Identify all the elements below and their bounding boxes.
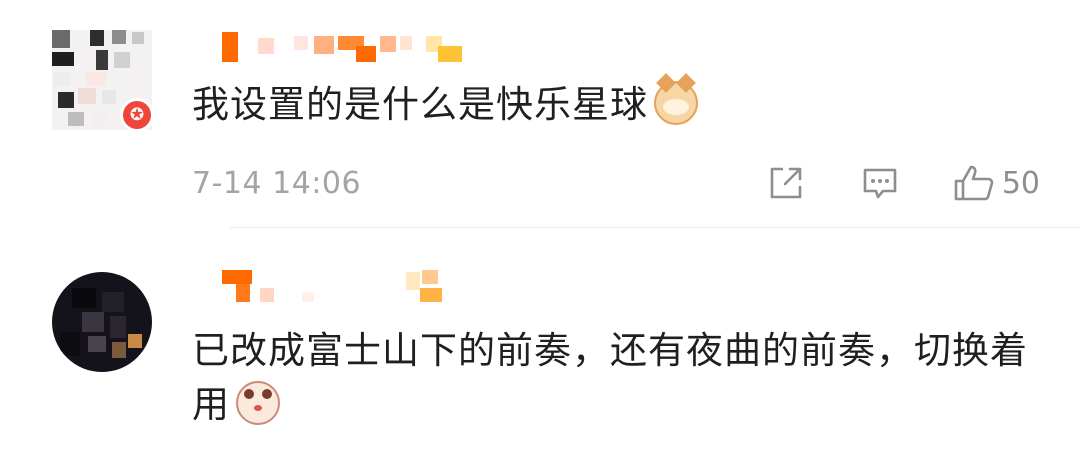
timestamp: 7-14 14:06 bbox=[192, 166, 362, 201]
comment-text: 我设置的是什么是快乐星球 bbox=[192, 72, 1040, 132]
share-icon bbox=[770, 167, 802, 199]
username[interactable] bbox=[222, 32, 482, 62]
username[interactable] bbox=[222, 270, 482, 302]
comment-text-content: 已改成富士山下的前奏，还有夜曲的前奏，切换着用 bbox=[192, 329, 1028, 426]
comment-item: 已改成富士山下的前奏，还有夜曲的前奏，切换着用 bbox=[0, 230, 1080, 459]
like-button[interactable]: 50 bbox=[952, 161, 1040, 205]
divider bbox=[230, 227, 1080, 228]
comment-item: ✪ 我设置的是什么是快乐星球 7-14 14:06 50 bbox=[0, 0, 1080, 228]
comment-text: 已改成富士山下的前奏，还有夜曲的前奏，切换着用 bbox=[192, 324, 1040, 432]
cat-emoji-icon bbox=[654, 72, 698, 125]
cow-emoji-icon bbox=[236, 380, 280, 425]
comment-text-content: 我设置的是什么是快乐星球 bbox=[192, 83, 648, 126]
star-badge-icon: ✪ bbox=[120, 98, 154, 132]
share-button[interactable] bbox=[766, 163, 806, 203]
comment-thread: ✪ 我设置的是什么是快乐星球 7-14 14:06 50 已改成富士山下的前奏，… bbox=[0, 0, 1080, 459]
comment-actions: 50 bbox=[766, 160, 1040, 206]
comment-meta: 7-14 14:06 50 bbox=[192, 160, 1040, 206]
thumbs-up-icon bbox=[954, 165, 994, 201]
like-count: 50 bbox=[1001, 165, 1040, 201]
reply-button[interactable] bbox=[860, 163, 900, 203]
comment-bubble-icon bbox=[863, 168, 897, 199]
avatar[interactable] bbox=[52, 272, 152, 372]
